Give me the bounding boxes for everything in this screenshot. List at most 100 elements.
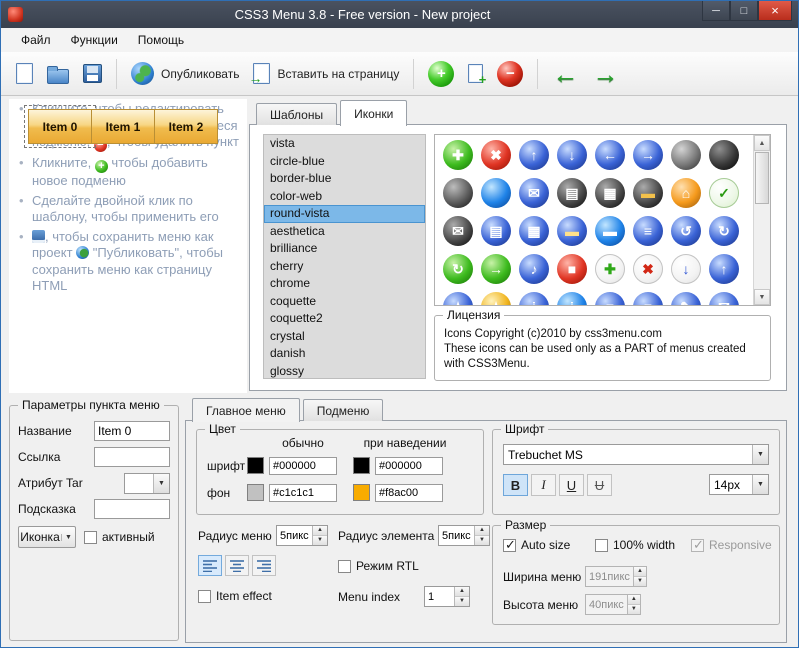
icon-mail-circle2[interactable]: ✉ [709,292,739,305]
icon-sphere-blue[interactable] [481,178,511,208]
tab-submenu[interactable]: Подменю [302,399,384,421]
spinner-arrows-icon[interactable]: ▲ ▼ [312,526,327,545]
link-input[interactable] [94,447,170,467]
icon-stop-circle[interactable]: ■ [557,254,587,284]
template-list-item[interactable]: cherry [264,258,425,276]
icon-pencil-circle[interactable]: ✎ [671,292,701,305]
template-list-item[interactable]: color-web [264,188,425,206]
menu-help[interactable]: Помощь [128,29,194,51]
align-left-button[interactable] [198,555,222,576]
icon-mail-blue-circle[interactable]: ✉ [519,178,549,208]
minimize-button[interactable]: ─ [702,1,730,21]
icon-save-dark-circle[interactable]: ▦ [595,178,625,208]
icon-refresh-green-circle[interactable]: ↻ [443,254,473,284]
icon-check-circle[interactable]: ✓ [709,178,739,208]
maximize-button[interactable]: □ [730,1,758,21]
icon-sphere-gray[interactable] [671,140,701,170]
move-item-left-button[interactable]: ← [545,57,585,91]
bg-normal-color-input[interactable] [269,484,337,502]
auto-size-checkbox[interactable]: Auto size [503,537,570,553]
icon-mail-dark-circle[interactable]: ✉ [443,216,473,246]
icon-arrow-up-circle[interactable]: ↑ [519,140,549,170]
icon-sphere-black[interactable] [709,140,739,170]
menu-file[interactable]: Файл [11,29,61,51]
icon-grid-scrollbar[interactable]: ▲ ▼ [753,135,770,305]
template-list-item[interactable]: danish [264,345,425,363]
name-input[interactable] [94,421,170,441]
font-hover-swatch[interactable] [353,457,370,474]
icon-star-blue-circle[interactable]: ★ [443,292,473,305]
icon-star-gold-circle[interactable]: ★ [481,292,511,305]
template-list-item[interactable]: vista [264,135,425,153]
preview-item[interactable]: Item 1 [91,109,155,144]
open-project-button[interactable] [40,60,76,88]
icon-up-blue-circle[interactable]: ↑ [709,254,739,284]
save-project-button[interactable] [76,60,109,87]
full-width-checkbox[interactable]: 100% width [595,538,675,552]
scroll-down-icon[interactable]: ▼ [754,289,770,305]
font-normal-color-input[interactable] [269,457,337,475]
new-project-button[interactable] [9,59,40,88]
close-button[interactable]: × [758,1,792,21]
icon-undo-circle[interactable]: ↺ [671,216,701,246]
rtl-checkbox[interactable]: Режим RTL [338,559,419,573]
item-effect-checkbox[interactable]: Item effect [198,589,272,603]
icon-print-dark-circle[interactable]: ▤ [557,178,587,208]
template-list-item[interactable]: circle-blue [264,153,425,171]
icon-folder-open-circle[interactable]: ▬ [595,216,625,246]
bg-hover-swatch[interactable] [353,484,370,501]
icon-doc-circle3[interactable]: ≡ [633,292,663,305]
menu-functions[interactable]: Функции [61,29,128,51]
italic-button[interactable]: I [531,474,556,496]
icon-arrow-left-circle[interactable]: ← [595,140,625,170]
icon-doc-circle2[interactable]: ≡ [595,292,625,305]
scroll-up-icon[interactable]: ▲ [754,135,770,151]
icon-print-blue-circle[interactable]: ▤ [481,216,511,246]
menu-radius-spinner[interactable]: 5пикс ▲ ▼ [276,525,328,546]
icon-folder-dark-circle[interactable]: ▬ [633,178,663,208]
element-radius-spinner[interactable]: 5пикс ▲ ▼ [438,525,490,546]
preview-item[interactable]: Item 2 [154,109,218,144]
item-icon-button[interactable]: Иконка ▼ [18,526,76,548]
icon-remove-light[interactable]: ✖ [633,254,663,284]
template-list-item[interactable]: glossy [264,363,425,379]
icon-add-circle[interactable]: ✚ [443,140,473,170]
icon-document-circle[interactable]: ≡ [633,216,663,246]
icon-delete-circle[interactable]: ✖ [481,140,511,170]
icon-info-circle[interactable]: i [519,292,549,305]
icon-add-light[interactable]: ✚ [595,254,625,284]
template-list-item[interactable]: crystal [264,328,425,346]
spinner-arrows-icon[interactable]: ▲ ▼ [474,526,489,545]
delete-item-button[interactable]: − [490,57,530,91]
bg-normal-swatch[interactable] [247,484,264,501]
template-list-item[interactable]: aesthetica [264,223,425,241]
menu-index-spinner[interactable]: 1 ▲ ▼ [424,586,470,607]
bold-button[interactable]: B [503,474,528,496]
template-list-item[interactable]: round-vista [264,205,425,223]
menu-height-spinner[interactable]: 40пикс ▲ ▼ [585,594,641,615]
spinner-arrows-icon[interactable]: ▲ ▼ [454,587,469,606]
add-submenu-button[interactable] [461,60,490,87]
move-item-right-button[interactable]: → [585,57,625,91]
target-attr-select[interactable]: ▼ [124,473,170,494]
font-family-select[interactable]: Trebuchet MS ▼ [503,444,769,465]
template-list-item[interactable]: border-blue [264,170,425,188]
icon-arrow-right-circle[interactable]: → [633,140,663,170]
responsive-checkbox[interactable]: Responsive [691,537,772,553]
template-list-item[interactable]: coquette [264,293,425,311]
active-checkbox[interactable]: активный [84,530,155,544]
icon-sound-circle[interactable]: ♪ [519,254,549,284]
icon-home-orange-circle[interactable]: ⌂ [671,178,701,208]
template-list-item[interactable]: coquette2 [264,310,425,328]
scrollbar-thumb[interactable] [755,152,769,204]
align-right-button[interactable] [252,555,276,576]
font-size-select[interactable]: 14px ▼ [709,474,769,495]
icon-save-blue-circle[interactable]: ▦ [519,216,549,246]
bg-hover-color-input[interactable] [375,484,443,502]
font-hover-color-input[interactable] [375,457,443,475]
menu-width-spinner[interactable]: 191пикс ▲ ▼ [585,566,647,587]
icon-go-green-circle[interactable]: → [481,254,511,284]
tab-templates[interactable]: Шаблоны [256,103,338,125]
insert-to-page-button[interactable]: Вставить на страницу [246,59,406,88]
underline-button[interactable]: U [559,474,584,496]
